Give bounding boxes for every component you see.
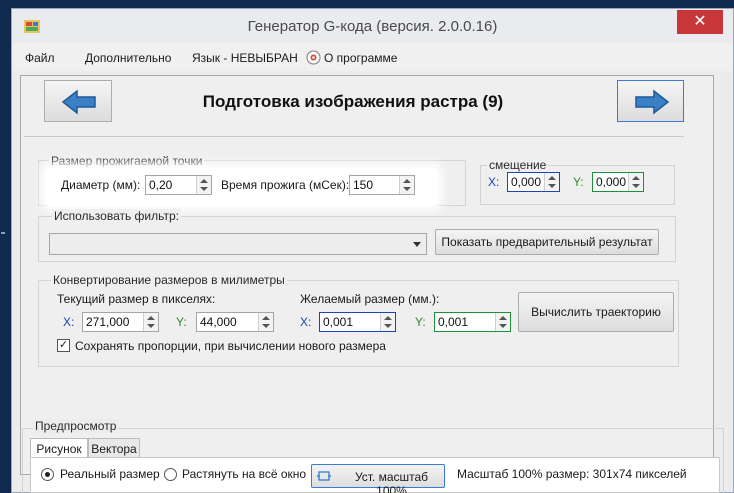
spinner-arrows[interactable]	[380, 313, 395, 331]
burn-time-spinner[interactable]: 150	[349, 175, 415, 195]
current-y-value: 44,000	[200, 315, 237, 329]
spinner-arrows[interactable]	[196, 176, 211, 194]
menu-bar: Файл Дополнительно Язык - НЕВЫБРАН О про…	[12, 43, 733, 71]
header-separator	[24, 136, 684, 137]
menu-file[interactable]: Файл	[25, 51, 55, 65]
spinner-arrows[interactable]	[258, 313, 273, 331]
close-button[interactable]: ✕	[677, 10, 723, 34]
filter-title: Использовать фильтр:	[52, 209, 181, 223]
scale-info: Масштаб 100% размер: 301x74 пикселей	[457, 467, 687, 481]
spinner-arrows[interactable]	[495, 313, 510, 331]
tab-vectors[interactable]: Вектора	[88, 438, 140, 458]
convert-title: Конвертирование размеров в милиметры	[51, 273, 287, 287]
step-header: Подготовка изображения растра (9)	[24, 80, 684, 136]
current-x-label: X:	[63, 315, 75, 329]
tab-image[interactable]: Рисунок	[30, 438, 88, 458]
menu-about[interactable]: О программе	[324, 51, 397, 65]
diameter-spinner[interactable]: 0,20	[145, 175, 212, 195]
set-scale-button[interactable]: Уст. масштаб 100%	[311, 464, 445, 493]
offset-x-label: X:	[488, 175, 500, 189]
chevron-down-icon	[413, 242, 421, 247]
radio-stretch-label: Растянуть на всё окно	[182, 467, 307, 481]
scale-icon	[317, 471, 331, 481]
point-size-title: Размер прожигаемой точки	[49, 154, 205, 168]
desired-x-value: 0,001	[323, 315, 354, 329]
desired-x-label: X:	[300, 315, 312, 329]
offset-x-value: 0,000	[511, 175, 542, 189]
title-bar: Генератор G-кода (версия. 2.0.0.16) ✕	[12, 9, 733, 43]
desired-x-spinner[interactable]: 0,001	[319, 312, 396, 332]
diameter-value: 0,20	[149, 178, 173, 192]
info-icon	[306, 50, 321, 65]
spinner-arrows[interactable]	[628, 173, 643, 191]
desired-y-spinner[interactable]: 0,001	[434, 312, 511, 332]
diameter-label: Диаметр (мм):	[61, 178, 141, 192]
offset-y-spinner[interactable]: 0,000	[592, 172, 644, 192]
offset-y-label: Y:	[573, 175, 584, 189]
preview-result-button[interactable]: Показать предварительный результат	[435, 229, 659, 255]
desktop-marker	[1, 232, 5, 234]
menu-additional[interactable]: Дополнительно	[85, 51, 171, 65]
current-size-label: Текущий размер в пикселях:	[57, 292, 216, 306]
desired-y-value: 0,001	[438, 315, 469, 329]
offset-y-value: 0,000	[596, 175, 627, 189]
current-x-spinner[interactable]: 271,000	[82, 312, 159, 332]
compute-trajectory-button[interactable]: Вычислить траекторию	[518, 292, 674, 332]
current-x-value: 271,000	[86, 315, 130, 329]
spinner-arrows[interactable]	[399, 176, 414, 194]
close-icon: ✕	[693, 13, 707, 30]
current-y-label: Y:	[176, 315, 187, 329]
spinner-arrows[interactable]	[143, 313, 158, 331]
next-button[interactable]	[617, 80, 684, 122]
radio-real-size-label: Реальный размер	[60, 467, 160, 481]
keep-proportions-checkbox[interactable]: ✓	[57, 339, 70, 352]
current-y-spinner[interactable]: 44,000	[196, 312, 274, 332]
desired-size-label: Желаемый размер (мм.):	[300, 292, 440, 306]
filter-select[interactable]	[49, 233, 427, 255]
desired-y-label: Y:	[415, 315, 426, 329]
arrow-right-icon	[635, 89, 670, 115]
radio-stretch[interactable]	[164, 468, 177, 481]
offset-title: смещение	[487, 158, 549, 172]
burn-time-label: Время прожига (мСек):	[221, 178, 350, 192]
page-title: Подготовка изображения растра (9)	[202, 92, 504, 111]
burn-time-value: 150	[353, 178, 374, 192]
spinner-arrows[interactable]	[544, 173, 559, 191]
menu-language[interactable]: Язык - НЕВЫБРАН	[192, 51, 298, 65]
radio-real-size[interactable]	[41, 468, 54, 481]
set-scale-label: Уст. масштаб 100%	[354, 470, 429, 493]
keep-proportions-label: Сохранять пропорции, при вычислении ново…	[75, 339, 386, 353]
window-title: Генератор G-кода (версия. 2.0.0.16)	[247, 18, 498, 35]
radio-dot	[45, 472, 50, 477]
preview-title: Предпросмотр	[33, 419, 119, 433]
offset-x-spinner[interactable]: 0,000	[507, 172, 560, 192]
